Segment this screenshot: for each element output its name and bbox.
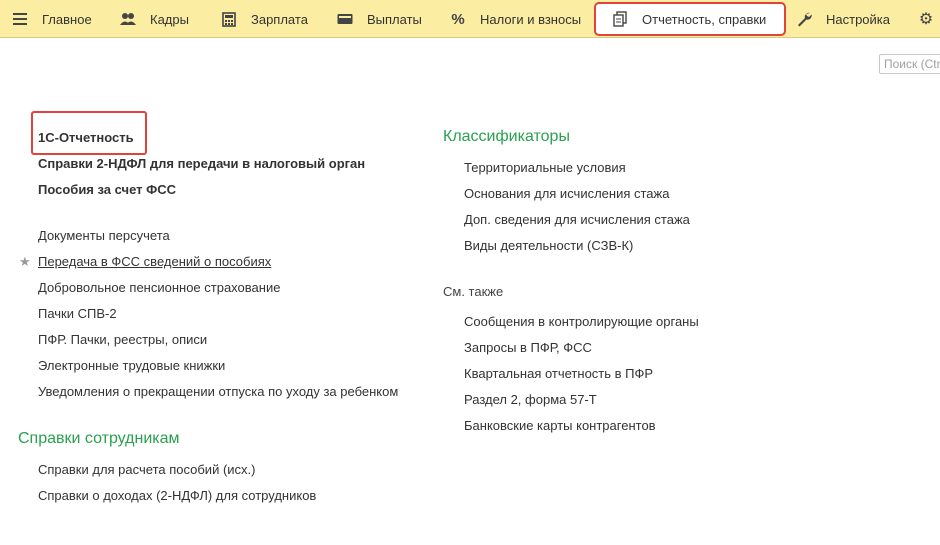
link-spv2-packs[interactable]: Пачки СПВ-2 (38, 306, 117, 322)
link-messages-authorities[interactable]: Сообщения в контролирующие органы (464, 314, 699, 330)
menu-item-taxes-label: Налоги и взносы (480, 11, 582, 27)
documents-icon (612, 11, 628, 27)
menu-item-salary-label: Зарплата (251, 11, 308, 27)
section-header-see-also: См. также (443, 284, 504, 299)
menu-item-settings-label: Настройка (826, 11, 890, 27)
link-territorial-conditions[interactable]: Территориальные условия (464, 160, 626, 176)
menu-item-main-label: Главное (42, 11, 92, 27)
link-quarterly-pfr[interactable]: Квартальная отчетность в ПФР (464, 366, 653, 382)
section-header-classifiers: Классификаторы (443, 128, 570, 145)
link-voluntary-pension[interactable]: Добровольное пенсионное страхование (38, 280, 280, 296)
link-leave-termination[interactable]: Уведомления о прекращении отпуска по ухо… (38, 384, 398, 400)
link-pfr-fss-requests[interactable]: Запросы в ПФР, ФСС (464, 340, 592, 356)
link-income-certs[interactable]: Справки о доходах (2-НДФЛ) для сотрудник… (38, 488, 316, 504)
link-electronic-workbooks[interactable]: Электронные трудовые книжки (38, 358, 225, 374)
link-personnel-docs[interactable]: Документы персучета (38, 228, 170, 244)
gear-button[interactable]: ⚙ (918, 0, 940, 38)
link-activity-types[interactable]: Виды деятельности (СЗВ-К) (464, 238, 633, 254)
link-seniority-extra[interactable]: Доп. сведения для исчисления стажа (464, 212, 690, 228)
link-2ndfl-tax[interactable]: Справки 2-НДФЛ для передачи в налоговый … (38, 156, 365, 172)
people-icon (120, 11, 136, 27)
menu-item-payments-label: Выплаты (367, 11, 422, 27)
link-seniority-grounds[interactable]: Основания для исчисления стажа (464, 186, 669, 202)
hamburger-icon (12, 11, 28, 27)
menu-item-main[interactable]: Главное (12, 0, 92, 38)
star-icon[interactable]: ★ (19, 254, 31, 270)
menu-item-salary[interactable]: Зарплата (221, 0, 308, 38)
link-bank-cards[interactable]: Банковские карты контрагентов (464, 418, 656, 434)
link-fss-transfer[interactable]: Передача в ФСС сведений о пособиях (38, 254, 271, 270)
menu-item-payments[interactable]: Выплаты (337, 0, 422, 38)
link-pfr-packs[interactable]: ПФР. Пачки, реестры, описи (38, 332, 207, 348)
menu-item-reports[interactable]: Отчетность, справки (594, 2, 786, 36)
link-1c-reporting[interactable]: 1С-Отчетность (38, 130, 134, 146)
menu-item-reports-label: Отчетность, справки (642, 11, 767, 27)
link-section2-57t[interactable]: Раздел 2, форма 57-Т (464, 392, 597, 408)
wrench-icon (796, 11, 812, 27)
main-menu-bar: Главное Кадры Зарплата Выплаты % Налоги … (0, 0, 940, 38)
menu-item-taxes[interactable]: % Налоги и взносы (450, 0, 581, 38)
search-input[interactable] (879, 54, 940, 74)
menu-item-settings[interactable]: Настройка (796, 0, 890, 38)
gear-icon: ⚙ (918, 11, 934, 28)
link-fss-benefits[interactable]: Пособия за счет ФСС (38, 182, 176, 198)
wallet-icon (337, 11, 353, 27)
menu-item-staff[interactable]: Кадры (120, 0, 189, 38)
section-header-employees: Справки сотрудникам (18, 430, 180, 447)
percent-icon: % (451, 10, 465, 28)
menu-item-staff-label: Кадры (150, 11, 189, 27)
link-benefit-certs[interactable]: Справки для расчета пособий (исх.) (38, 462, 255, 478)
calculator-icon (221, 11, 237, 27)
